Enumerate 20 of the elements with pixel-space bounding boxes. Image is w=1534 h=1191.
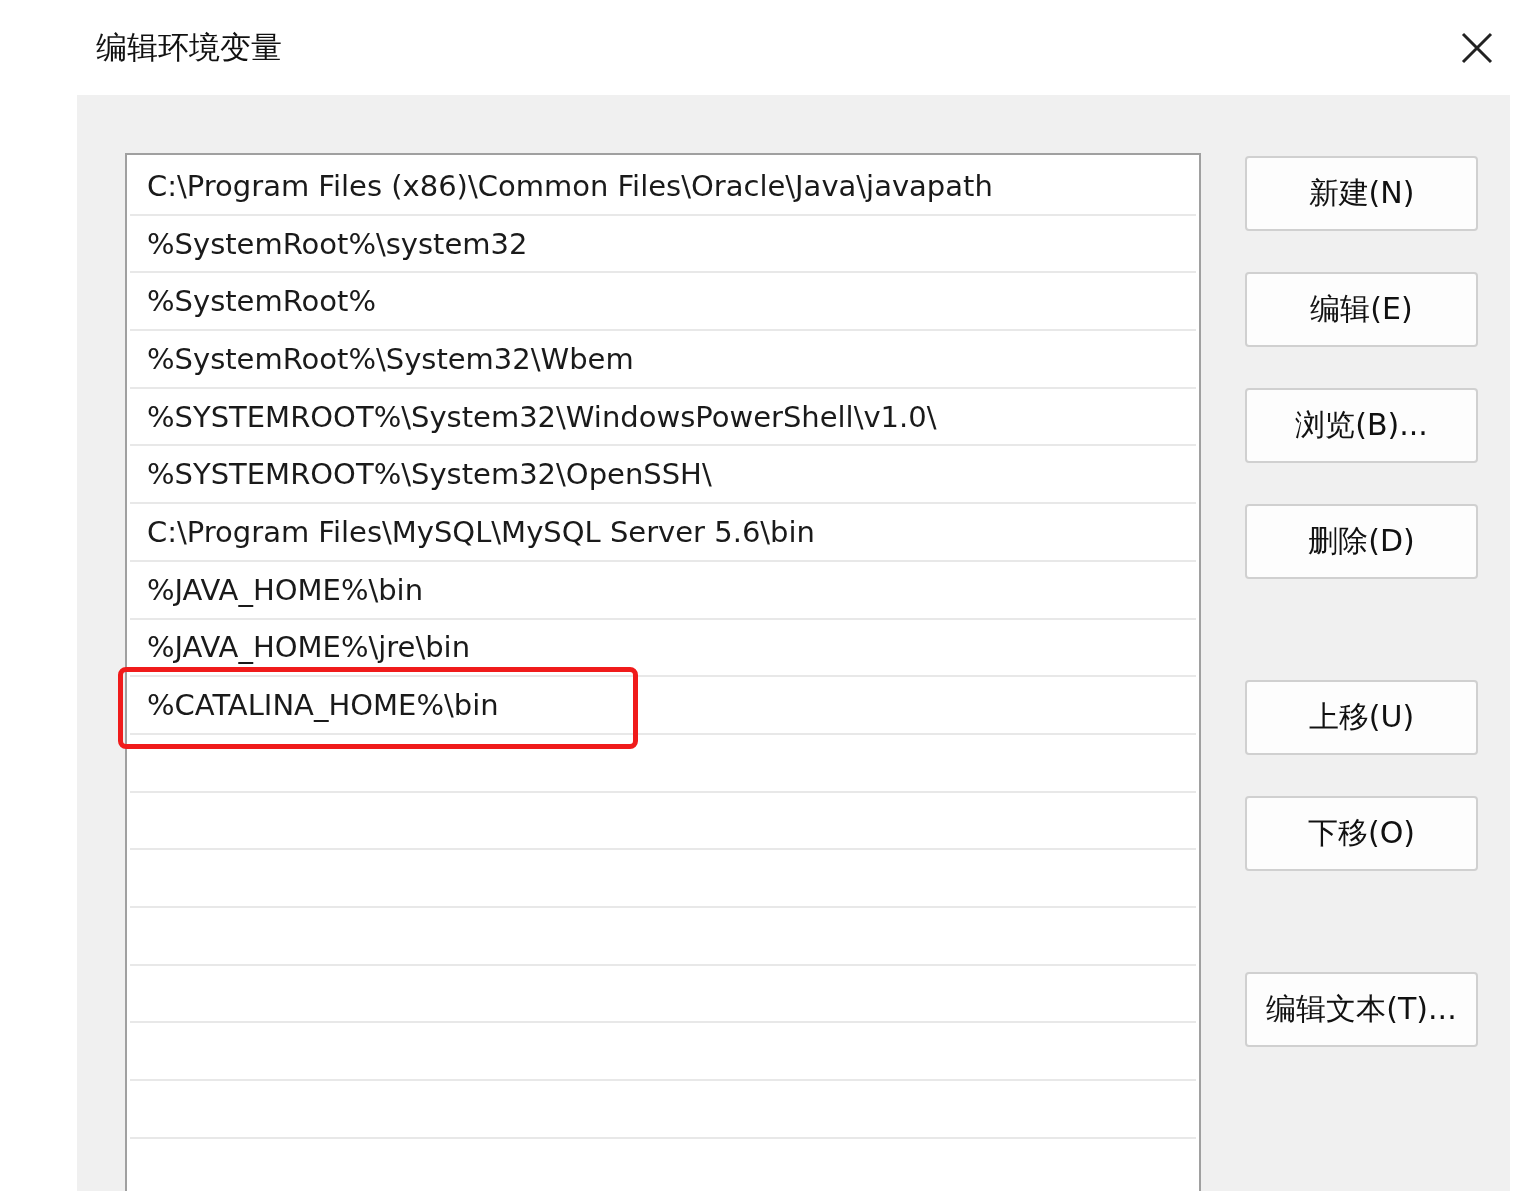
path-entry[interactable]: %SystemRoot% (147, 284, 376, 319)
path-entry[interactable]: C:\Program Files\MySQL\MySQL Server 5.6\bin (147, 514, 815, 549)
path-entry[interactable]: %SYSTEMROOT%\System32\WindowsPowerShell\v1.0\ (147, 399, 937, 434)
dialog-button[interactable]: 编辑(E) (1245, 272, 1478, 347)
close-icon (1460, 30, 1494, 65)
dialog-button[interactable]: 浏览(B)... (1245, 388, 1478, 463)
path-entry[interactable]: %CATALINA_HOME%\bin (147, 688, 499, 723)
path-entry[interactable]: C:\Program Files (x86)\Common Files\Oracle\Java\javapath (147, 168, 993, 203)
path-entry[interactable]: %SystemRoot%\system32 (147, 226, 528, 261)
path-entry[interactable]: %JAVA_HOME%\bin (147, 572, 424, 607)
dialog-button[interactable]: 删除(D) (1245, 504, 1478, 579)
close-button[interactable] (1460, 30, 1494, 65)
dialog-button[interactable]: 编辑文本(T)... (1245, 972, 1478, 1047)
dialog-button[interactable]: 上移(U) (1245, 680, 1478, 755)
path-entry[interactable]: %SYSTEMROOT%\System32\OpenSSH\ (147, 457, 712, 492)
dialog-button[interactable]: 下移(O) (1245, 796, 1478, 871)
path-entry[interactable]: %SystemRoot%\System32\Wbem (147, 341, 634, 376)
dialog-button[interactable]: 新建(N) (1245, 156, 1478, 231)
window-title: 编辑环境变量 (96, 27, 282, 67)
path-entry[interactable]: %JAVA_HOME%\jre\bin (147, 630, 470, 665)
